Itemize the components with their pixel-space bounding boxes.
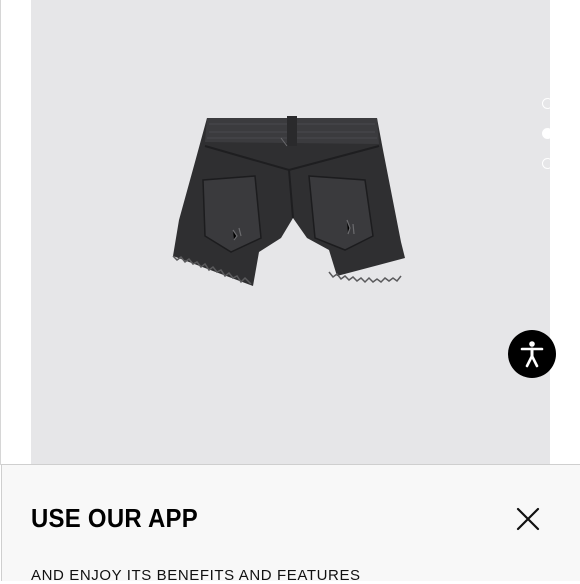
use-our-app-banner: USE OUR APP AND ENJOY ITS BENEFITS AND F…: [1, 464, 580, 584]
product-image-frame[interactable]: [31, 0, 550, 465]
image-pagination: [541, 98, 550, 188]
accessibility-button[interactable]: [508, 330, 556, 378]
product-gallery: [0, 0, 580, 465]
denim-shorts-image: [172, 116, 405, 286]
left-divider: [0, 0, 1, 465]
pagination-dot-1[interactable]: [542, 98, 550, 109]
banner-title: USE OUR APP: [31, 503, 198, 533]
close-button[interactable]: [514, 505, 542, 533]
banner-subtitle: AND ENJOY ITS BENEFITS AND FEATURES: [31, 567, 361, 584]
accessibility-icon: [520, 341, 544, 368]
close-icon: [516, 507, 540, 531]
pagination-dot-2-active[interactable]: [542, 128, 550, 139]
pagination-dot-3[interactable]: [542, 158, 550, 169]
